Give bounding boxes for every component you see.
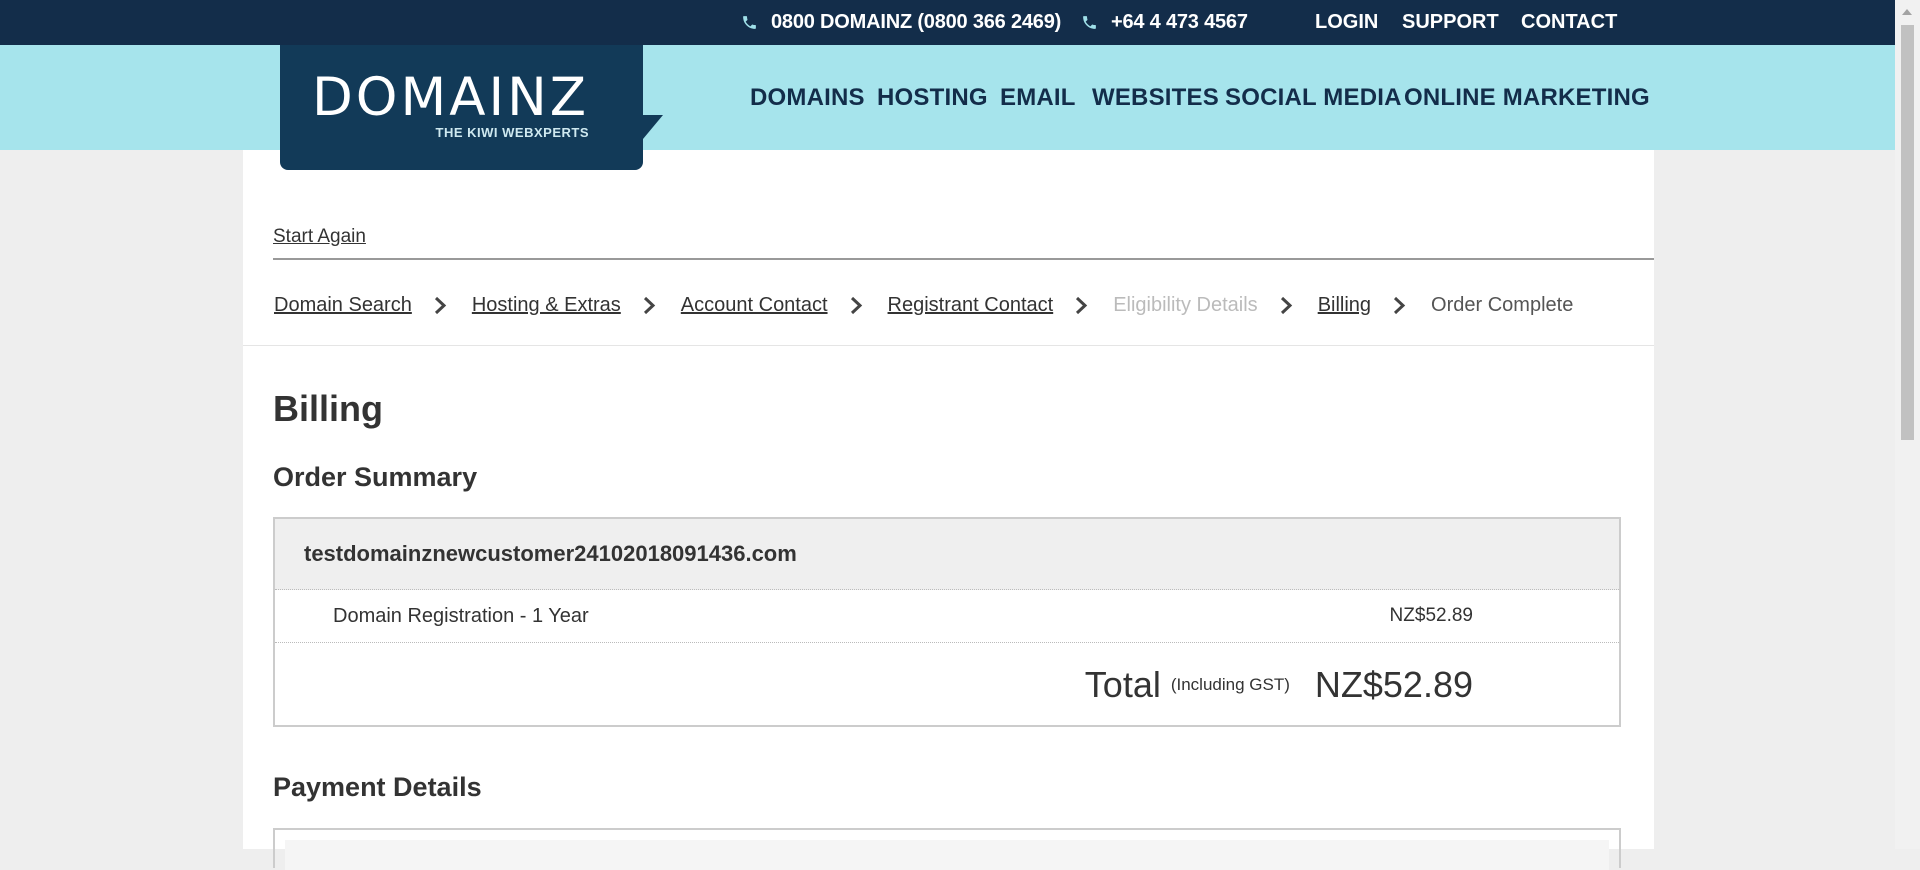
divider	[243, 345, 1654, 346]
nav-email[interactable]: EMAIL	[1000, 45, 1076, 150]
step-hosting-extras[interactable]: Hosting & Extras	[472, 294, 621, 317]
nav-hosting[interactable]: HOSTING	[877, 45, 988, 150]
order-total-row: Total (Including GST) NZ$52.89	[275, 643, 1619, 727]
step-domain-search[interactable]: Domain Search	[274, 294, 412, 317]
step-account-contact[interactable]: Account Contact	[681, 294, 828, 317]
logo-wordmark: DOMAINZ	[312, 67, 590, 128]
total-amount: NZ$52.89	[1314, 664, 1473, 705]
order-domain-name: testdomainznewcustomer24102018091436.com	[304, 541, 797, 566]
login-link[interactable]: LOGIN	[1315, 0, 1378, 45]
logo-tagline: THE KIWI WEBXPERTS	[435, 125, 589, 140]
step-eligibility-details: Eligibility Details	[1113, 293, 1258, 316]
nav-online-marketing[interactable]: ONLINE MARKETING	[1404, 45, 1650, 150]
order-summary-heading: Order Summary	[273, 462, 478, 492]
total-gst-note: (Including GST)	[1170, 675, 1290, 694]
domainz-logo[interactable]: DOMAINZ THE KIWI WEBXPERTS	[280, 45, 663, 170]
chevron-right-icon	[850, 296, 863, 315]
payment-details-panel	[273, 828, 1621, 870]
main-content: Start Again Domain Search Hosting & Extr…	[243, 150, 1654, 870]
step-billing[interactable]: Billing	[1318, 294, 1371, 317]
contact-link[interactable]: CONTACT	[1521, 0, 1617, 45]
logo-ribbon-tail	[643, 115, 663, 139]
step-order-complete: Order Complete	[1431, 293, 1574, 316]
step-registrant-contact[interactable]: Registrant Contact	[888, 294, 1054, 317]
order-domain-header: testdomainznewcustomer24102018091436.com	[275, 519, 1619, 590]
phone-icon	[1083, 16, 1096, 29]
checkout-steps-breadcrumb: Domain Search Hosting & Extras Account C…	[274, 285, 1585, 325]
line-item-price: NZ$52.89	[1389, 605, 1473, 626]
nav-social-media[interactable]: SOCIAL MEDIA	[1225, 45, 1402, 150]
support-link[interactable]: SUPPORT	[1402, 0, 1499, 45]
total-label: Total	[1084, 664, 1161, 705]
order-summary-table: testdomainznewcustomer24102018091436.com…	[273, 517, 1621, 727]
chevron-right-icon	[1075, 296, 1088, 315]
nav-websites[interactable]: WEBSITES	[1092, 45, 1219, 150]
phone-intl[interactable]: +64 4 473 4567	[1081, 0, 1248, 45]
page-title: Billing	[273, 388, 383, 429]
page-scrollbar[interactable]	[1895, 0, 1920, 849]
chevron-right-icon	[434, 296, 447, 315]
chevron-right-icon	[1393, 296, 1406, 315]
order-line-item: Domain Registration - 1 Year NZ$52.89	[275, 590, 1619, 643]
phone-freephone[interactable]: 0800 DOMAINZ (0800 366 2469)	[741, 0, 1061, 45]
payment-details-heading: Payment Details	[273, 772, 482, 802]
scroll-up-arrow-icon[interactable]	[1902, 9, 1912, 15]
phone-freephone-text: 0800 DOMAINZ (0800 366 2469)	[771, 11, 1062, 33]
line-item-description: Domain Registration - 1 Year	[333, 605, 589, 627]
chevron-right-icon	[1280, 296, 1293, 315]
phone-icon	[743, 16, 756, 29]
divider	[273, 258, 1654, 260]
payment-form-area	[285, 840, 1609, 870]
start-again-link[interactable]: Start Again	[273, 226, 366, 248]
scrollbar-thumb[interactable]	[1901, 25, 1914, 440]
top-bar: 0800 DOMAINZ (0800 366 2469) +64 4 473 4…	[0, 0, 1895, 45]
chevron-right-icon	[643, 296, 656, 315]
nav-domains[interactable]: DOMAINS	[750, 45, 865, 150]
phone-intl-text: +64 4 473 4567	[1111, 11, 1248, 33]
